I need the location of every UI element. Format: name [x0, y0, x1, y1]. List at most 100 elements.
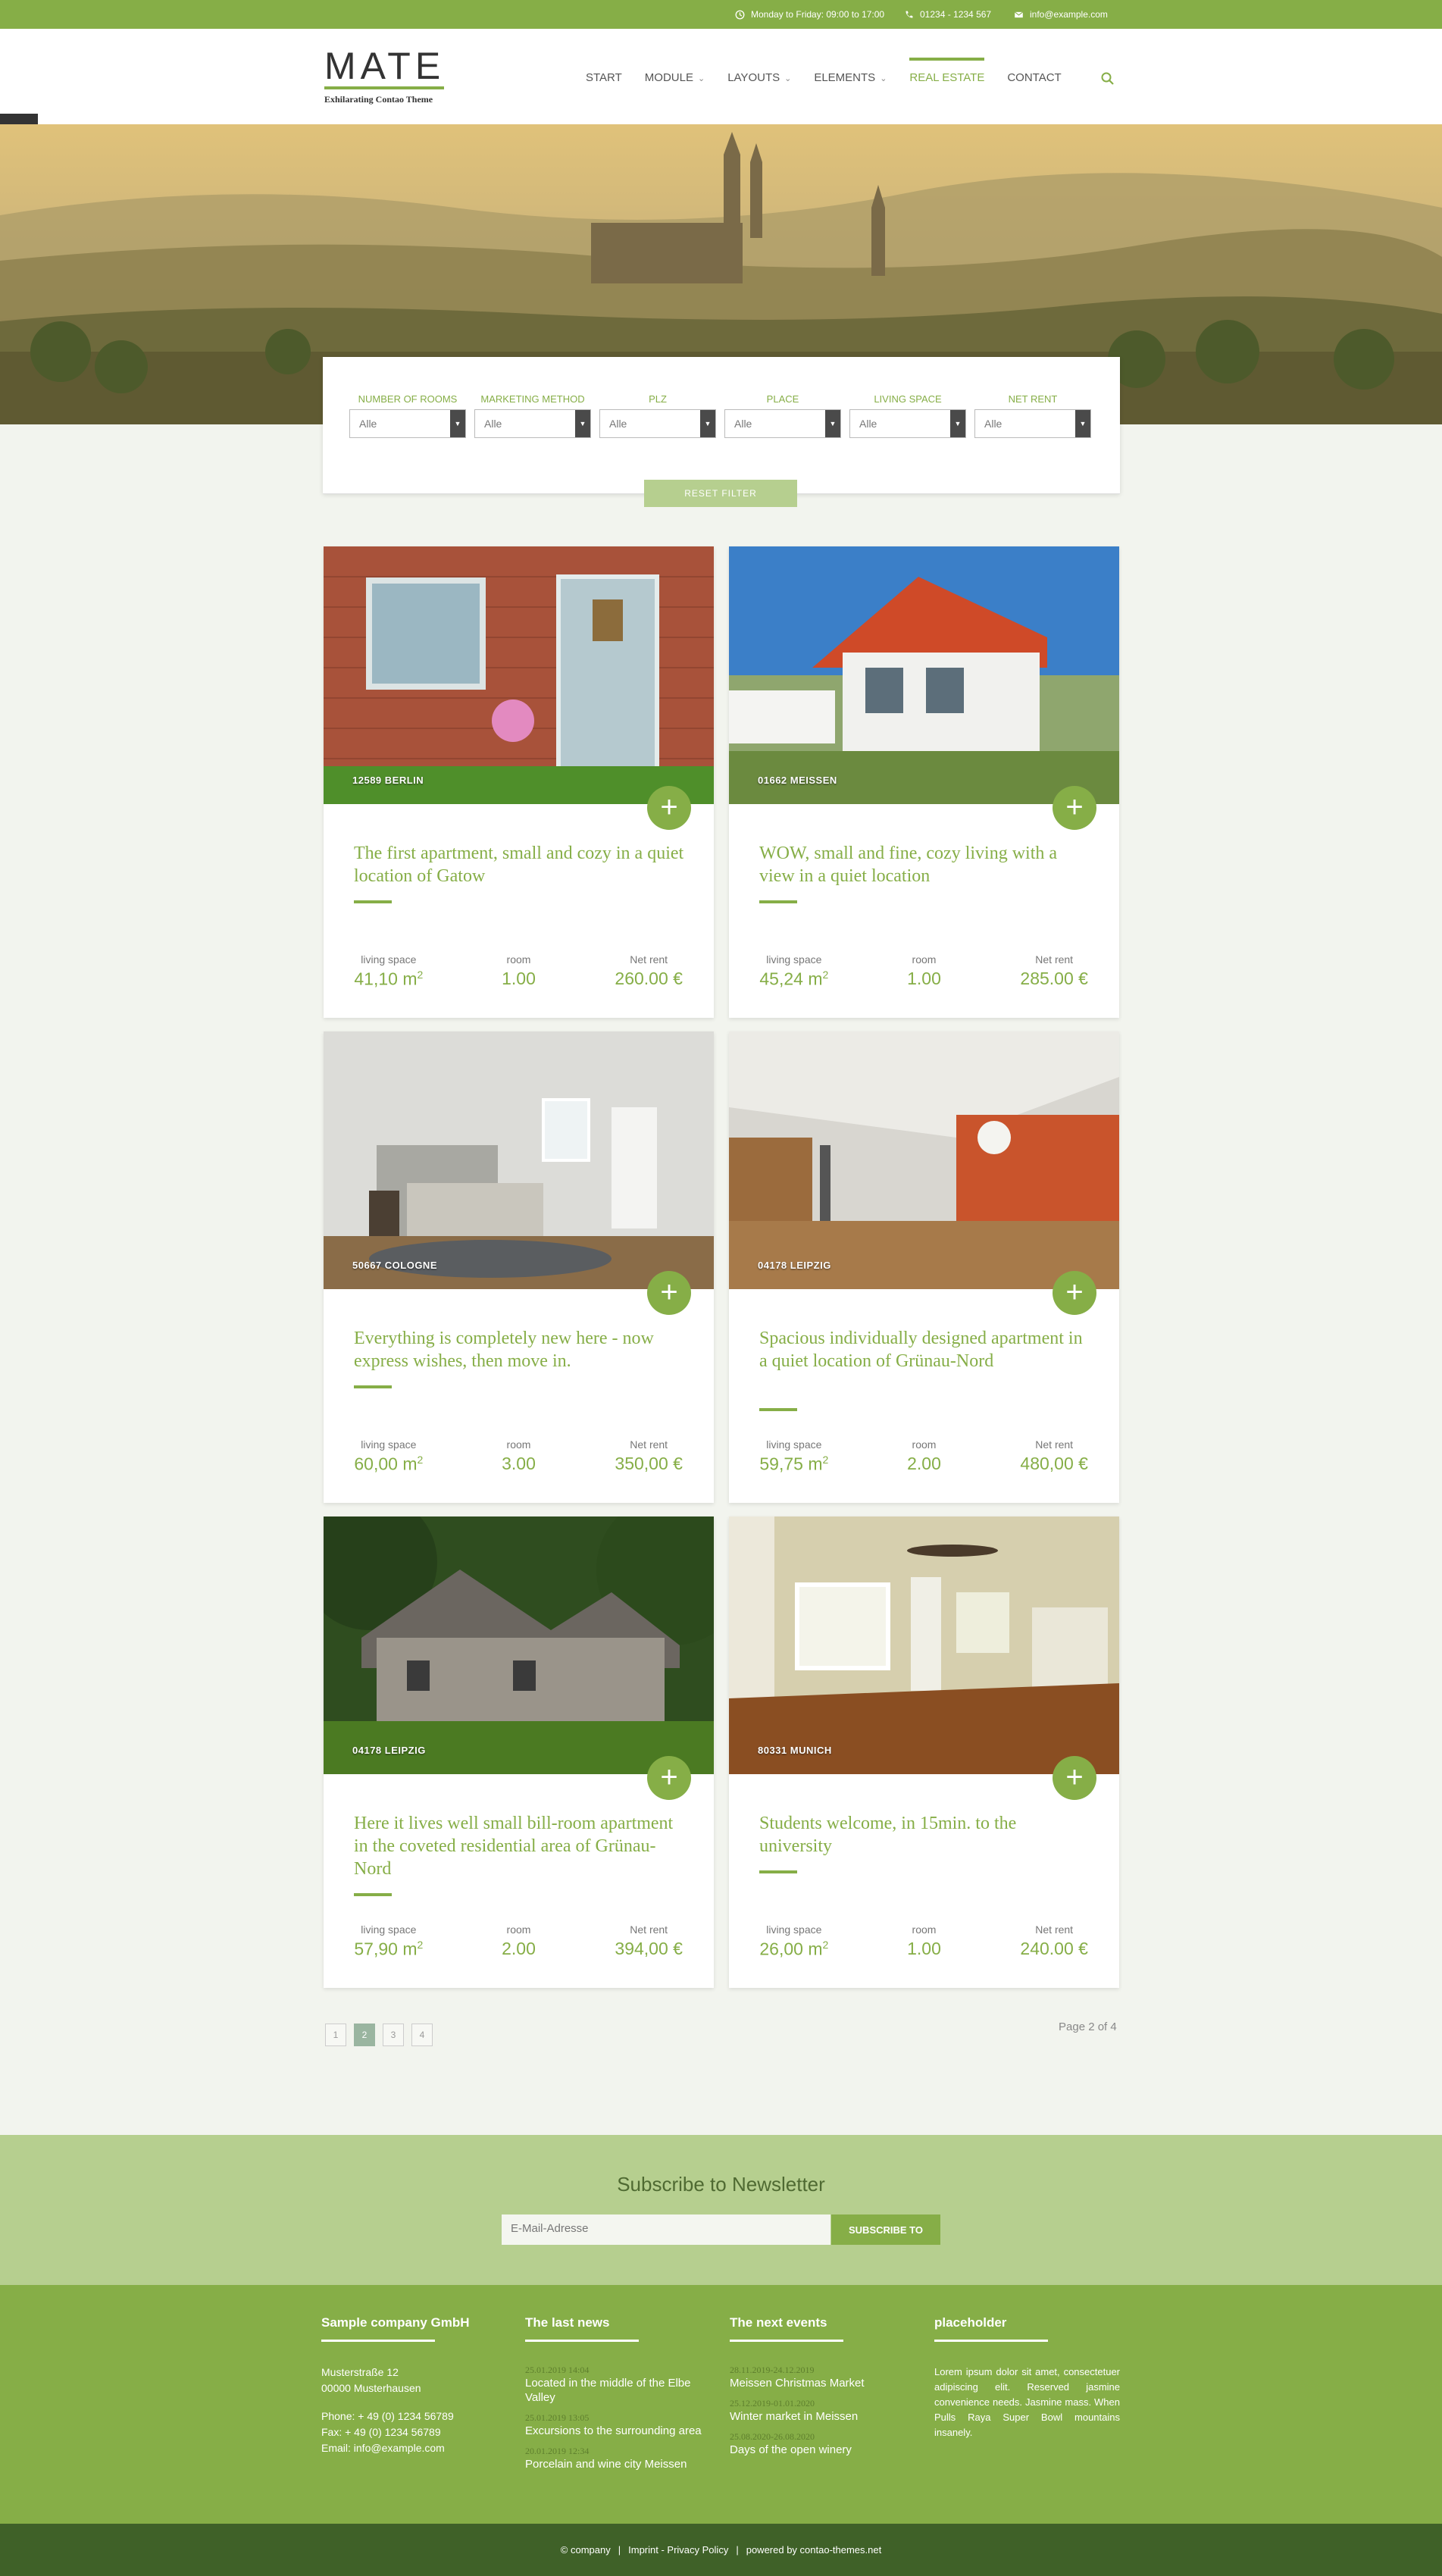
dropdown-arrow-icon: ▼	[1075, 410, 1090, 437]
listing-card[interactable]: 80331 MUNICH + Students welcome, in 15mi…	[729, 1516, 1119, 1988]
square-superscript: 2	[822, 969, 829, 981]
filter-net-rent: NET RENT Alle ▼	[974, 393, 1091, 438]
room-value: 1.00	[907, 969, 941, 988]
event-link[interactable]: Winter market in Meissen	[730, 2409, 919, 2424]
listing-image[interactable]	[324, 1031, 714, 1289]
imprint-link[interactable]: Imprint - Privacy Policy	[628, 2544, 728, 2556]
listing-title[interactable]: Students welcome, in 15min. to the unive…	[759, 1812, 1093, 1858]
details-plus-button[interactable]: +	[1053, 1271, 1096, 1315]
nav-start[interactable]: START	[586, 71, 622, 84]
stat-label: living space	[361, 1923, 417, 1936]
listing-image[interactable]	[729, 1516, 1119, 1774]
page-link-1[interactable]: 1	[325, 2024, 346, 2046]
living-space-value: 45,24 m2	[729, 969, 859, 990]
nav-contact-label: CONTACT	[1007, 71, 1062, 84]
newsletter-email-input[interactable]: E-Mail-Adresse	[502, 2214, 830, 2245]
listing-card[interactable]: 04178 LEIPZIG + Spacious individually de…	[729, 1031, 1119, 1503]
square-superscript: 2	[822, 1939, 829, 1951]
event-link[interactable]: Days of the open winery	[730, 2443, 919, 2457]
title-underline	[354, 1893, 392, 1896]
top-info-bar: Monday to Friday: 09:00 to 17:00 01234 -…	[0, 0, 1442, 29]
page-link-4[interactable]: 4	[411, 2024, 433, 2046]
heading-underline	[525, 2340, 639, 2342]
address-city: 00000 Musterhausen	[321, 2382, 421, 2394]
listing-card[interactable]: 12589 BERLIN + The first apartment, smal…	[324, 546, 714, 1018]
event-link[interactable]: Meissen Christmas Market	[730, 2376, 919, 2390]
heading-underline	[934, 2340, 1048, 2342]
living-space-value: 59,75 m2	[729, 1454, 859, 1475]
bottom-bar: © company | Imprint - Privacy Policy | p…	[0, 2524, 1442, 2576]
listing-title[interactable]: Everything is completely new here - now …	[354, 1327, 687, 1373]
listing-location: 04178 LEIPZIG	[758, 1260, 831, 1271]
site-logo[interactable]: MATE Exhilarating Contao Theme	[324, 45, 446, 105]
select-value: Alle	[984, 418, 1003, 430]
marketing-select[interactable]: Alle ▼	[474, 409, 591, 438]
separator: |	[736, 2544, 739, 2556]
living-space-number: 60,00 m	[354, 1454, 418, 1474]
footer-heading: Sample company GmbH	[321, 2315, 470, 2330]
separator: |	[618, 2544, 621, 2556]
search-icon[interactable]	[1100, 71, 1115, 86]
news-link[interactable]: Porcelain and wine city Meissen	[525, 2457, 715, 2471]
dropdown-arrow-icon: ▼	[575, 410, 590, 437]
logo-word: MATE	[324, 45, 446, 87]
details-plus-button[interactable]: +	[1053, 786, 1096, 830]
nav-layouts[interactable]: LAYOUTS ⌄	[727, 71, 791, 84]
stat-label: Net rent	[1035, 953, 1074, 966]
listing-card[interactable]: 01662 MEISSEN + WOW, small and fine, coz…	[729, 546, 1119, 1018]
footer-email[interactable]: Email: info@example.com	[321, 2440, 511, 2456]
listing-image[interactable]	[324, 546, 714, 804]
stat-label: room	[506, 1923, 531, 1936]
title-underline	[354, 1385, 392, 1388]
plz-select[interactable]: Alle ▼	[599, 409, 716, 438]
details-plus-button[interactable]: +	[1053, 1756, 1096, 1800]
place-select[interactable]: Alle ▼	[724, 409, 841, 438]
room-value: 1.00	[502, 969, 536, 988]
nav-module-label: MODULE	[644, 71, 693, 84]
powered-by-link[interactable]: powered by contao-themes.net	[746, 2544, 882, 2556]
nav-real-estate[interactable]: REAL ESTATE	[909, 58, 984, 84]
nav-module[interactable]: MODULE ⌄	[645, 71, 705, 84]
nav-elements[interactable]: ELEMENTS ⌄	[814, 71, 887, 84]
listing-image[interactable]	[324, 1516, 714, 1774]
phone-info[interactable]: 01234 - 1234 567	[904, 9, 991, 20]
listing-location: 80331 MUNICH	[758, 1745, 832, 1756]
page-link-3[interactable]: 3	[383, 2024, 404, 2046]
title-underline	[759, 1408, 797, 1411]
listing-title[interactable]: Spacious individually designed apartment…	[759, 1327, 1093, 1373]
page-link-2-current[interactable]: 2	[354, 2024, 375, 2046]
select-value: Alle	[484, 418, 502, 430]
address-street: Musterstraße 12	[321, 2366, 399, 2378]
stat-label: living space	[361, 1438, 417, 1451]
nav-contact[interactable]: CONTACT	[1007, 71, 1061, 84]
listing-card[interactable]: 50667 COLOGNE + Everything is completely…	[324, 1031, 714, 1503]
listing-title[interactable]: WOW, small and fine, cozy living with a …	[759, 842, 1093, 887]
details-plus-button[interactable]: +	[647, 1756, 691, 1800]
listing-title[interactable]: Here it lives well small bill-room apart…	[354, 1812, 687, 1880]
news-link[interactable]: Located in the middle of the Elbe Valley	[525, 2376, 715, 2405]
listing-title[interactable]: The first apartment, small and cozy in a…	[354, 842, 687, 887]
reset-filter-button[interactable]: RESET FILTER	[644, 480, 797, 507]
stat-label: living space	[766, 1438, 822, 1451]
rooms-select[interactable]: Alle ▼	[349, 409, 466, 438]
clock-icon	[735, 10, 745, 19]
living-space-select[interactable]: Alle ▼	[849, 409, 966, 438]
email-text: info@example.com	[1030, 9, 1108, 20]
living-space-value: 57,90 m2	[324, 1939, 454, 1960]
net-rent-value: 350,00 €	[615, 1454, 683, 1473]
footer-heading: placeholder	[934, 2315, 1007, 2330]
listing-location: 01662 MEISSEN	[758, 775, 837, 786]
listing-image[interactable]	[729, 1031, 1119, 1289]
email-info[interactable]: info@example.com	[1014, 9, 1108, 20]
listing-card[interactable]: 04178 LEIPZIG + Here it lives well small…	[324, 1516, 714, 1988]
listing-image[interactable]	[729, 546, 1119, 804]
stat-label: room	[912, 1438, 937, 1451]
details-plus-button[interactable]: +	[647, 786, 691, 830]
filter-label: PLACE	[766, 393, 799, 405]
news-link[interactable]: Excursions to the surrounding area	[525, 2424, 715, 2438]
details-plus-button[interactable]: +	[647, 1271, 691, 1315]
subscribe-button[interactable]: SUBSCRIBE TO	[831, 2214, 940, 2245]
chevron-down-icon: ⌄	[697, 74, 705, 83]
net-rent-select[interactable]: Alle ▼	[974, 409, 1091, 438]
select-value: Alle	[359, 418, 377, 430]
